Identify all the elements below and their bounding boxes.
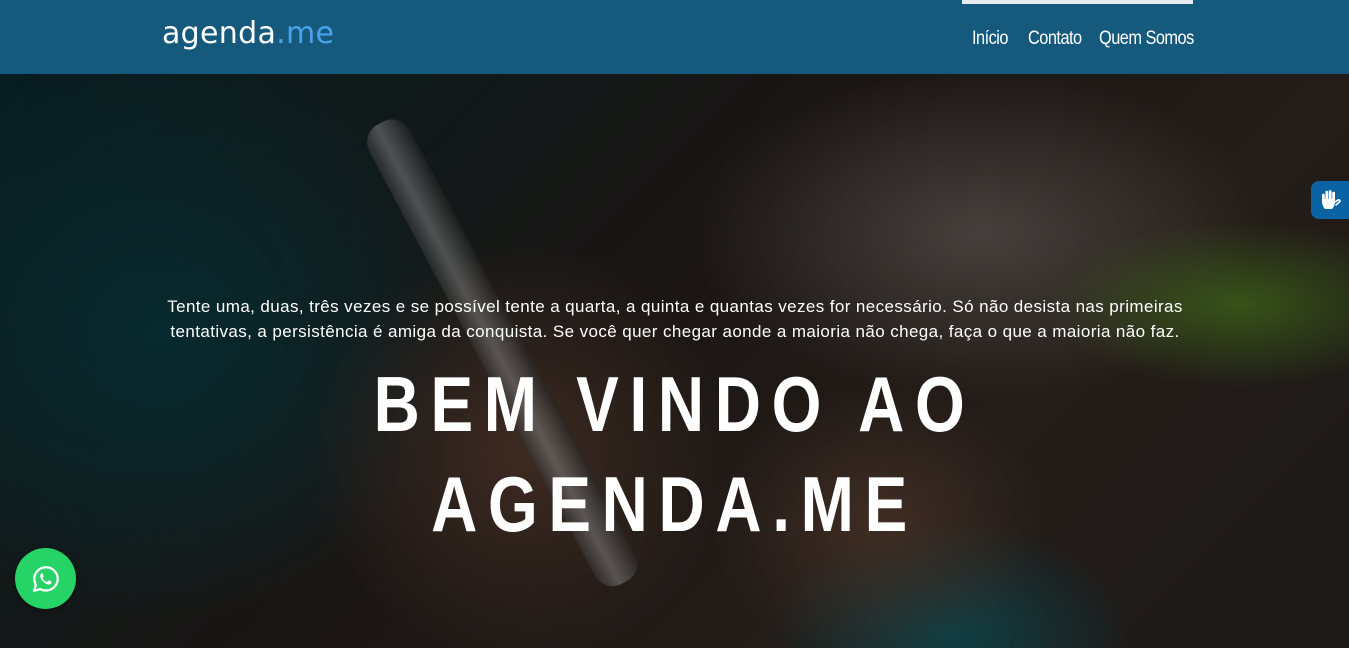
navbar: agenda.me Início Contato Quem Somos bbox=[0, 0, 1349, 74]
nav-active-indicator bbox=[962, 0, 1193, 4]
site-logo[interactable]: agenda.me bbox=[162, 16, 334, 51]
whatsapp-chat-button[interactable] bbox=[15, 548, 76, 609]
logo-accent-text: .me bbox=[276, 16, 335, 51]
hands-sign-language-icon bbox=[1322, 190, 1341, 209]
main-nav: Início Contato Quem Somos bbox=[972, 28, 1194, 50]
nav-link-quem-somos[interactable]: Quem Somos bbox=[1099, 28, 1194, 50]
logo-main-text: agenda bbox=[162, 16, 277, 51]
vlibras-accessibility-button[interactable] bbox=[1311, 181, 1349, 219]
whatsapp-icon bbox=[32, 565, 59, 592]
hero-quote: Tente uma, duas, três vezes e se possíve… bbox=[167, 297, 1183, 341]
hero-title: BEM VINDO AO AGENDA.ME bbox=[373, 360, 976, 548]
nav-link-inicio[interactable]: Início bbox=[972, 28, 1008, 50]
nav-link-contato[interactable]: Contato bbox=[1028, 28, 1082, 50]
hero-section: Tente uma, duas, três vezes e se possíve… bbox=[0, 74, 1349, 648]
